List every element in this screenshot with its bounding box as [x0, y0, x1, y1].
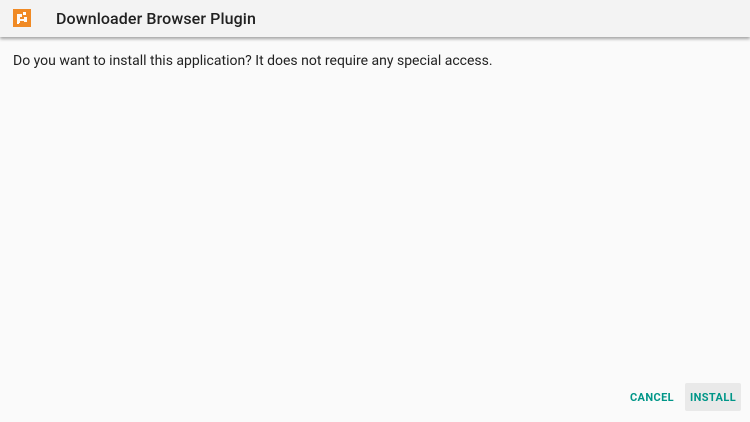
install-button[interactable]: INSTALL — [685, 383, 741, 411]
cancel-button[interactable]: CANCEL — [625, 383, 679, 411]
app-header: Downloader Browser Plugin — [0, 0, 750, 37]
install-message: Do you want to install this application?… — [13, 53, 493, 69]
downloader-app-icon — [13, 9, 31, 27]
app-title: Downloader Browser Plugin — [56, 9, 256, 28]
